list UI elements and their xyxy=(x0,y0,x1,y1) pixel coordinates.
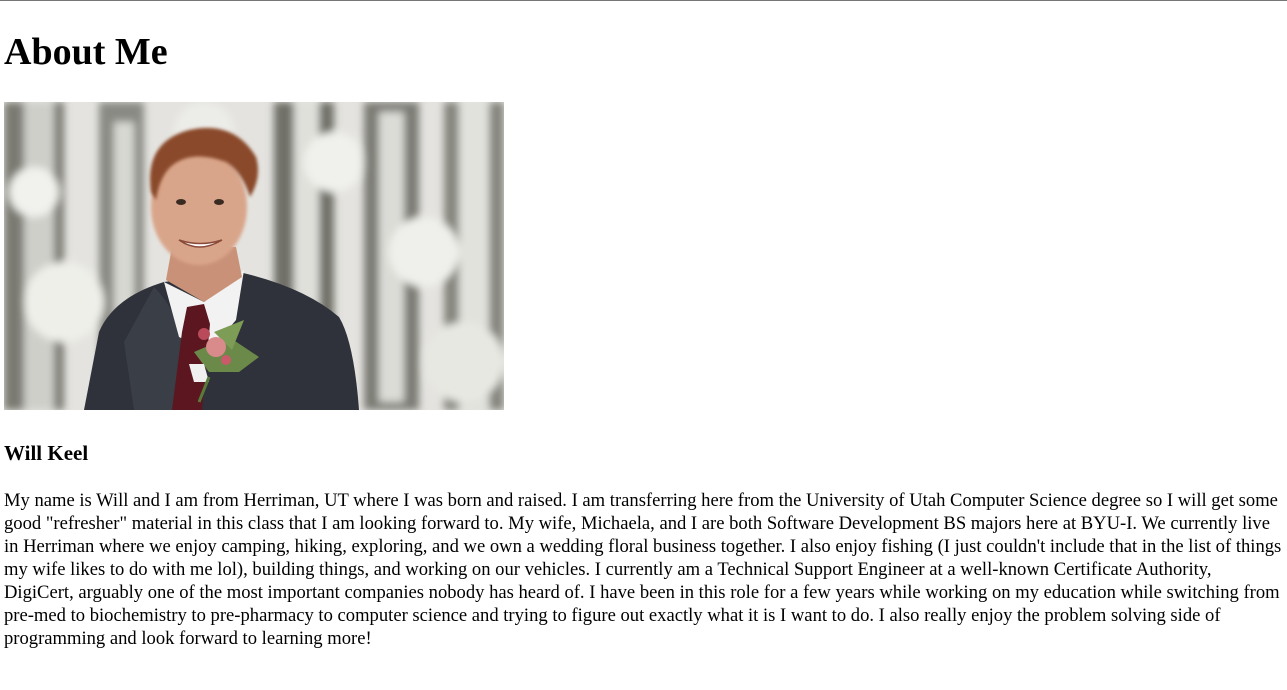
top-border xyxy=(0,0,1287,1)
person-name: Will Keel xyxy=(4,441,89,465)
profile-photo xyxy=(4,102,504,410)
bio-paragraph: My name is Will and I am from Herriman, … xyxy=(4,490,1282,649)
page-title: About Me xyxy=(4,31,168,73)
